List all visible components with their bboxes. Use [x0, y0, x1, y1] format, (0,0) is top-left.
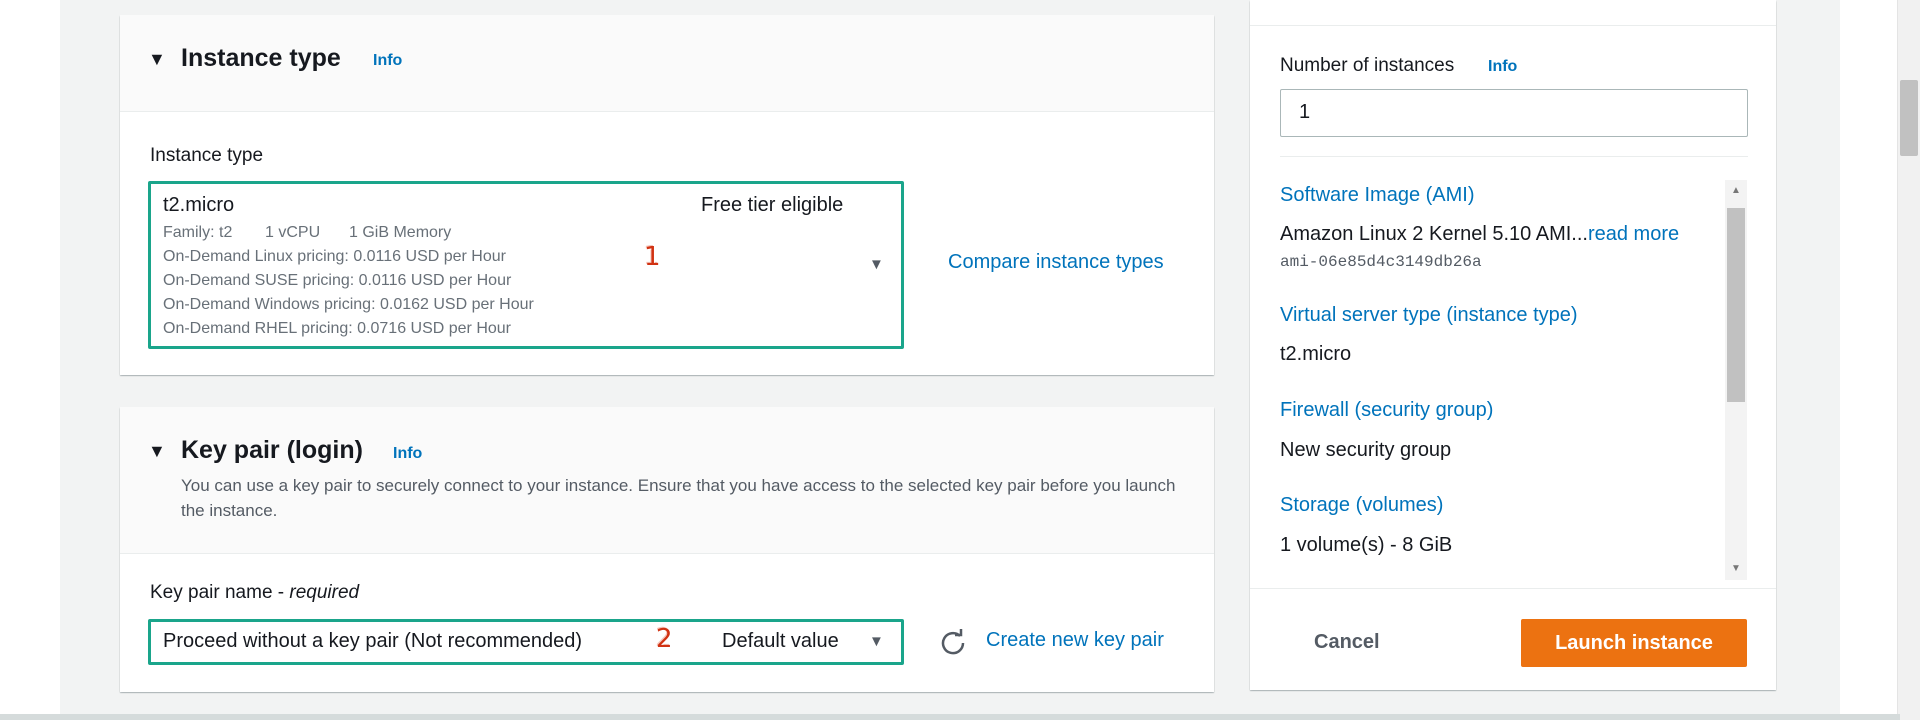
instance-memory: 1 GiB Memory: [349, 224, 452, 241]
chevron-down-icon: ▼: [869, 633, 884, 650]
instance-type-select[interactable]: t2.micro Free tier eligible Family: t2 1…: [148, 181, 904, 349]
cancel-button[interactable]: Cancel: [1308, 630, 1386, 655]
right-margin: [1840, 0, 1900, 720]
instance-family: Family: t2: [163, 224, 233, 241]
num-instances-input[interactable]: 1: [1280, 89, 1748, 137]
instance-type-field-label: Instance type: [150, 145, 264, 166]
page-scrollbar-thumb[interactable]: [1900, 80, 1918, 156]
instance-type-summary-value: t2.micro: [1280, 343, 1352, 365]
scroll-up-arrow-icon[interactable]: ▲: [1731, 185, 1741, 196]
free-tier-badge: Free tier eligible: [701, 194, 844, 216]
key-pair-panel: ▼ Key pair (login) Info You can use a ke…: [120, 407, 1214, 692]
summary-panel: Number of instances Info 1 Software Imag…: [1250, 0, 1776, 690]
chevron-down-icon: ▼: [869, 256, 884, 273]
ami-id: ami-06e85d4c3149db26a: [1280, 253, 1482, 271]
instance-type-info-link[interactable]: Info: [373, 52, 402, 70]
default-value-tag: Default value: [722, 630, 839, 652]
summary-bottom-divider: [1250, 588, 1776, 589]
num-instances-info-link[interactable]: Info: [1488, 58, 1517, 76]
ami-value: Amazon Linux 2 Kernel 5.10 AMI...read mo…: [1280, 223, 1680, 245]
bottom-edge: [0, 714, 1900, 720]
create-new-key-pair-link[interactable]: Create new key pair: [986, 629, 1164, 652]
firewall-value: New security group: [1280, 439, 1452, 461]
summary-top-divider: [1250, 25, 1776, 26]
key-pair-select[interactable]: Proceed without a key pair (Not recommen…: [148, 619, 904, 665]
instance-type-summary-link[interactable]: Virtual server type (instance type): [1280, 304, 1578, 327]
refresh-icon[interactable]: [938, 627, 968, 657]
key-pair-info-link[interactable]: Info: [393, 445, 422, 463]
key-pair-field-label: Key pair name - required: [150, 582, 360, 603]
ami-link[interactable]: Software Image (AMI): [1280, 184, 1475, 207]
pricing-windows: On-Demand Windows pricing: 0.0162 USD pe…: [163, 296, 534, 313]
instance-type-name: t2.micro: [163, 194, 235, 216]
collapse-caret-icon[interactable]: ▼: [148, 441, 166, 462]
launch-instance-button[interactable]: Launch instance: [1521, 619, 1747, 667]
firewall-link[interactable]: Firewall (security group): [1280, 399, 1493, 422]
pricing-rhel: On-Demand RHEL pricing: 0.0716 USD per H…: [163, 320, 512, 337]
key-pair-description: You can use a key pair to securely conne…: [181, 476, 1176, 520]
compare-instance-types-link[interactable]: Compare instance types: [948, 251, 1164, 274]
read-more-link[interactable]: read more: [1588, 223, 1679, 245]
left-margin: [0, 0, 60, 720]
instance-type-title: Instance type: [181, 44, 341, 72]
summary-divider: [1280, 156, 1748, 157]
storage-link[interactable]: Storage (volumes): [1280, 494, 1443, 517]
summary-scrollbar-thumb[interactable]: [1727, 208, 1745, 402]
scroll-down-arrow-icon[interactable]: ▼: [1731, 563, 1741, 574]
key-pair-selected-value: Proceed without a key pair (Not recommen…: [163, 630, 583, 652]
pricing-suse: On-Demand SUSE pricing: 0.0116 USD per H…: [163, 272, 512, 289]
storage-value: 1 volume(s) - 8 GiB: [1280, 534, 1453, 556]
annotation-number-1: 1: [644, 242, 661, 272]
pricing-linux: On-Demand Linux pricing: 0.0116 USD per …: [163, 248, 506, 265]
instance-type-panel: ▼ Instance type Info Instance type t2.mi…: [120, 15, 1214, 375]
required-marker: required: [289, 582, 360, 603]
instance-vcpu: 1 vCPU: [265, 224, 321, 241]
key-pair-title: Key pair (login): [181, 436, 363, 464]
annotation-number-2: 2: [656, 624, 673, 654]
num-instances-label: Number of instances: [1280, 55, 1455, 76]
collapse-caret-icon[interactable]: ▼: [148, 49, 166, 70]
